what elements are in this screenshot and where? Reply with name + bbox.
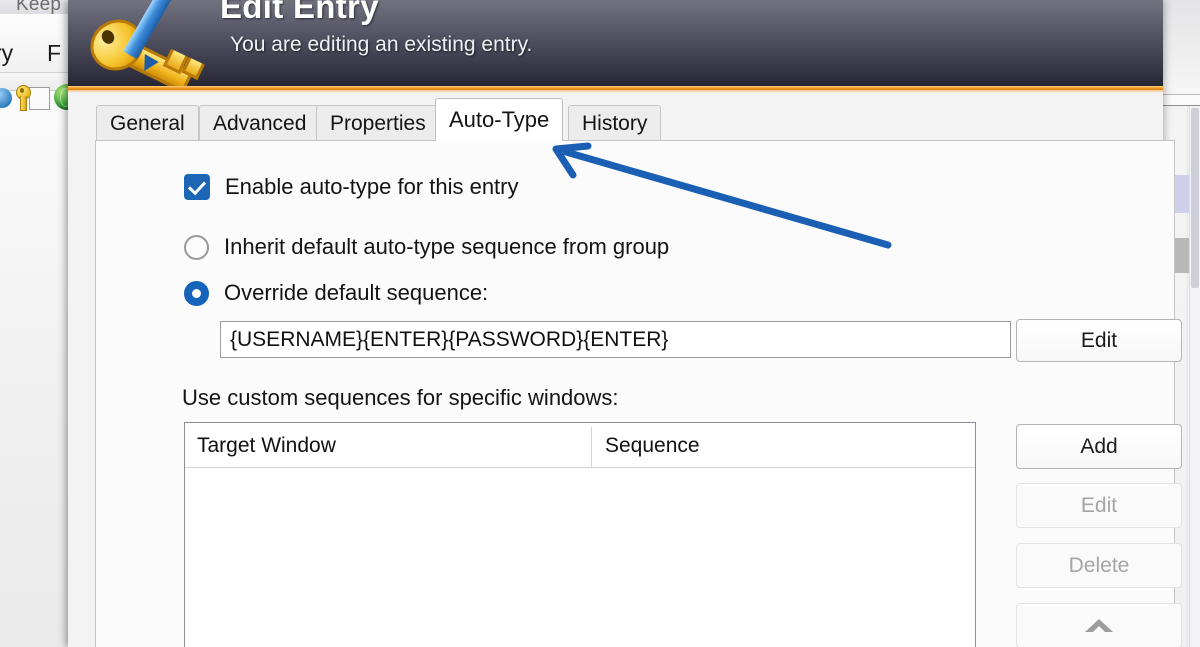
column-header-target-window[interactable]: Target Window xyxy=(197,434,336,458)
table-header-row: Target Window Sequence xyxy=(185,423,975,468)
inherit-sequence-radio[interactable] xyxy=(184,234,209,260)
override-sequence-radio[interactable] xyxy=(184,280,209,306)
sequence-input[interactable]: {USERNAME}{ENTER}{PASSWORD}{ENTER} xyxy=(220,321,1011,358)
tab-auto-type[interactable]: Auto-Type xyxy=(435,98,564,141)
edit-sequence-button[interactable]: Edit xyxy=(1016,319,1182,362)
background-window-title: Keep xyxy=(16,0,62,15)
inherit-sequence-row[interactable]: Inherit default auto-type sequence from … xyxy=(184,234,669,260)
column-divider[interactable] xyxy=(591,427,592,467)
override-sequence-label: Override default sequence: xyxy=(224,280,489,305)
tab-properties[interactable]: Properties xyxy=(316,105,440,141)
delete-button[interactable]: Delete xyxy=(1016,543,1182,588)
enable-auto-type-label: Enable auto-type for this entry xyxy=(225,174,519,199)
override-sequence-row[interactable]: Override default sequence: xyxy=(184,280,488,306)
edit-entry-dialog: Edit Entry You are editing an existing e… xyxy=(68,0,1182,647)
edit-button[interactable]: Edit xyxy=(1016,483,1182,528)
tab-history[interactable]: History xyxy=(568,105,662,141)
key-card-icon[interactable] xyxy=(14,84,50,112)
move-up-button[interactable] xyxy=(1016,603,1182,647)
tab-advanced[interactable]: Advanced xyxy=(199,105,321,141)
key-with-pen-icon xyxy=(81,0,205,86)
chevron-up-icon xyxy=(1085,619,1113,635)
custom-sequences-table[interactable]: Target Window Sequence xyxy=(184,422,976,647)
background-scrollbar-thumb[interactable] xyxy=(1191,108,1199,288)
dialog-banner: Edit Entry You are editing an existing e… xyxy=(68,0,1163,86)
background-menu-item-1[interactable]: ry xyxy=(0,40,13,67)
enable-auto-type-checkbox[interactable] xyxy=(184,174,210,200)
screenshot-root: ry F Keep Edit Entry You are editin xyxy=(0,0,1200,647)
add-button[interactable]: Add xyxy=(1016,424,1182,469)
tab-general[interactable]: General xyxy=(96,105,199,141)
tabstrip: General Advanced Properties Auto-Type Hi… xyxy=(68,93,1163,141)
auto-type-panel: Enable auto-type for this entry Inherit … xyxy=(95,140,1182,647)
column-header-sequence[interactable]: Sequence xyxy=(605,434,700,458)
inherit-sequence-label: Inherit default auto-type sequence from … xyxy=(224,234,670,259)
custom-sequences-label: Use custom sequences for specific window… xyxy=(182,385,619,410)
dialog-title: Edit Entry xyxy=(220,0,379,25)
dialog-subtitle: You are editing an existing entry. xyxy=(230,33,533,56)
background-menu-item-2[interactable]: F xyxy=(47,40,61,67)
enable-auto-type-row[interactable]: Enable auto-type for this entry xyxy=(184,174,519,200)
